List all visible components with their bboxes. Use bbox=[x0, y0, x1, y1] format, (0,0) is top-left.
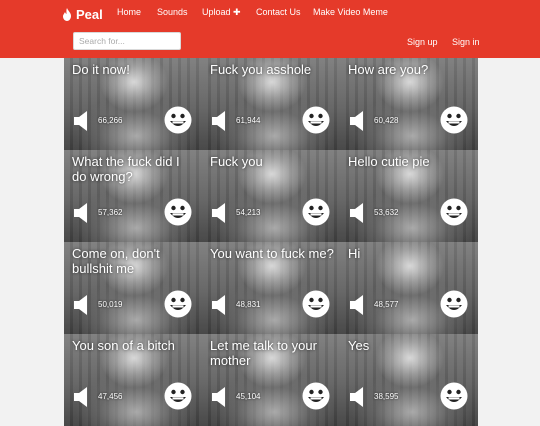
sign-in-link[interactable]: Sign in bbox=[452, 37, 480, 47]
sound-tile[interactable]: Do it now! 66,266 bbox=[64, 58, 202, 150]
play-count: 38,595 bbox=[374, 392, 399, 401]
play-count: 66,266 bbox=[98, 116, 123, 125]
smiley-icon[interactable] bbox=[440, 198, 468, 226]
nav-home[interactable]: Home bbox=[117, 7, 141, 17]
smiley-icon[interactable] bbox=[164, 382, 192, 410]
sign-up-link[interactable]: Sign up bbox=[407, 37, 438, 47]
sound-title: How are you? bbox=[348, 62, 429, 77]
play-count: 61,944 bbox=[236, 116, 261, 125]
sound-tile[interactable]: Fuck you asshole 61,944 bbox=[202, 58, 340, 150]
smiley-icon[interactable] bbox=[164, 106, 192, 134]
smiley-icon[interactable] bbox=[164, 198, 192, 226]
play-count: 54,213 bbox=[236, 208, 261, 217]
search-input[interactable] bbox=[73, 32, 181, 50]
speaker-icon[interactable] bbox=[73, 110, 95, 132]
smiley-icon[interactable] bbox=[164, 290, 192, 318]
speaker-icon[interactable] bbox=[73, 386, 95, 408]
play-count: 53,632 bbox=[374, 208, 399, 217]
sound-title: Yes bbox=[348, 338, 370, 353]
sound-tile[interactable]: Yes 38,595 bbox=[340, 334, 478, 426]
speaker-icon[interactable] bbox=[73, 294, 95, 316]
speaker-icon[interactable] bbox=[349, 202, 371, 224]
sound-title: Hi bbox=[348, 246, 361, 261]
sound-title: You son of a bitch bbox=[72, 338, 175, 353]
brand-logo[interactable]: Peal bbox=[62, 6, 103, 22]
play-count: 47,456 bbox=[98, 392, 123, 401]
smiley-icon[interactable] bbox=[440, 106, 468, 134]
speaker-icon[interactable] bbox=[211, 386, 233, 408]
sound-tile[interactable]: You want to fuck me? 48,831 bbox=[202, 242, 340, 334]
play-count: 60,428 bbox=[374, 116, 399, 125]
play-count: 57,362 bbox=[98, 208, 123, 217]
speaker-icon[interactable] bbox=[211, 294, 233, 316]
play-count: 48,577 bbox=[374, 300, 399, 309]
smiley-icon[interactable] bbox=[440, 290, 468, 318]
smiley-icon[interactable] bbox=[302, 382, 330, 410]
sound-tile[interactable]: Let me talk to your mother 45,104 bbox=[202, 334, 340, 426]
play-count: 48,831 bbox=[236, 300, 261, 309]
sound-tile[interactable]: Come on, don't bullshit me 50,019 bbox=[64, 242, 202, 334]
speaker-icon[interactable] bbox=[73, 202, 95, 224]
sound-tile[interactable]: What the fuck did I do wrong? 57,362 bbox=[64, 150, 202, 242]
speaker-icon[interactable] bbox=[349, 110, 371, 132]
nav-make-video-meme[interactable]: Make Video Meme bbox=[313, 7, 388, 17]
smiley-icon[interactable] bbox=[302, 290, 330, 318]
sound-title: You want to fuck me? bbox=[210, 246, 334, 261]
sound-tile[interactable]: You son of a bitch 47,456 bbox=[64, 334, 202, 426]
sound-title: Come on, don't bullshit me bbox=[72, 246, 160, 276]
play-count: 45,104 bbox=[236, 392, 261, 401]
speaker-icon[interactable] bbox=[349, 294, 371, 316]
nav-sounds[interactable]: Sounds bbox=[157, 7, 188, 17]
sound-title: Do it now! bbox=[72, 62, 130, 77]
flame-icon bbox=[63, 7, 71, 21]
smiley-icon[interactable] bbox=[302, 106, 330, 134]
brand-name: Peal bbox=[76, 6, 103, 22]
sound-title: Fuck you asshole bbox=[210, 62, 312, 77]
speaker-icon[interactable] bbox=[349, 386, 371, 408]
nav-contact-us[interactable]: Contact Us bbox=[256, 7, 301, 17]
sound-tile[interactable]: Hi 48,577 bbox=[340, 242, 478, 334]
sound-tile[interactable]: Hello cutie pie 53,632 bbox=[340, 150, 478, 242]
play-count: 50,019 bbox=[98, 300, 123, 309]
sound-title: What the fuck did I do wrong? bbox=[72, 154, 180, 184]
sound-tile[interactable]: How are you? 60,428 bbox=[340, 58, 478, 150]
nav-upload[interactable]: Upload ✚ bbox=[202, 7, 241, 18]
smiley-icon[interactable] bbox=[440, 382, 468, 410]
sound-title: Fuck you bbox=[210, 154, 263, 169]
sound-tile[interactable]: Fuck you 54,213 bbox=[202, 150, 340, 242]
sound-grid: Do it now! 66,266 Fuck you asshole 61,94… bbox=[64, 58, 478, 426]
speaker-icon[interactable] bbox=[211, 110, 233, 132]
top-navbar: Peal Home Sounds Upload ✚ Contact Us Mak… bbox=[0, 0, 540, 58]
sound-title: Let me talk to your mother bbox=[210, 338, 317, 368]
smiley-icon[interactable] bbox=[302, 198, 330, 226]
sound-title: Hello cutie pie bbox=[348, 154, 430, 169]
speaker-icon[interactable] bbox=[211, 202, 233, 224]
